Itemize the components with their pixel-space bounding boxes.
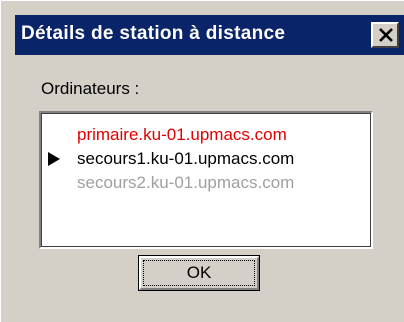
computer-name: secours1.ku-01.upmacs.com: [77, 149, 295, 168]
computer-name: secours2.ku-01.upmacs.com: [77, 173, 295, 192]
ok-button-label: OK: [186, 263, 212, 282]
ok-button[interactable]: OK: [138, 255, 260, 291]
computers-listbox[interactable]: primaire.ku-01.upmacs.com secours1.ku-01…: [39, 111, 373, 249]
current-arrow-icon: [48, 152, 60, 166]
dialog-window: Détails de station à distance Ordinateur…: [0, 0, 404, 322]
window-title: Détails de station à distance: [21, 23, 286, 44]
list-item-secours2[interactable]: secours2.ku-01.upmacs.com: [41, 171, 369, 195]
close-icon: [379, 28, 393, 42]
close-button[interactable]: [371, 22, 399, 48]
list-item-primaire[interactable]: primaire.ku-01.upmacs.com: [41, 123, 369, 147]
computer-name: primaire.ku-01.upmacs.com: [77, 125, 287, 144]
list-item-secours1[interactable]: secours1.ku-01.upmacs.com: [41, 147, 369, 171]
computers-label: Ordinateurs :: [41, 79, 140, 98]
title-bar[interactable]: Détails de station à distance: [15, 15, 404, 55]
